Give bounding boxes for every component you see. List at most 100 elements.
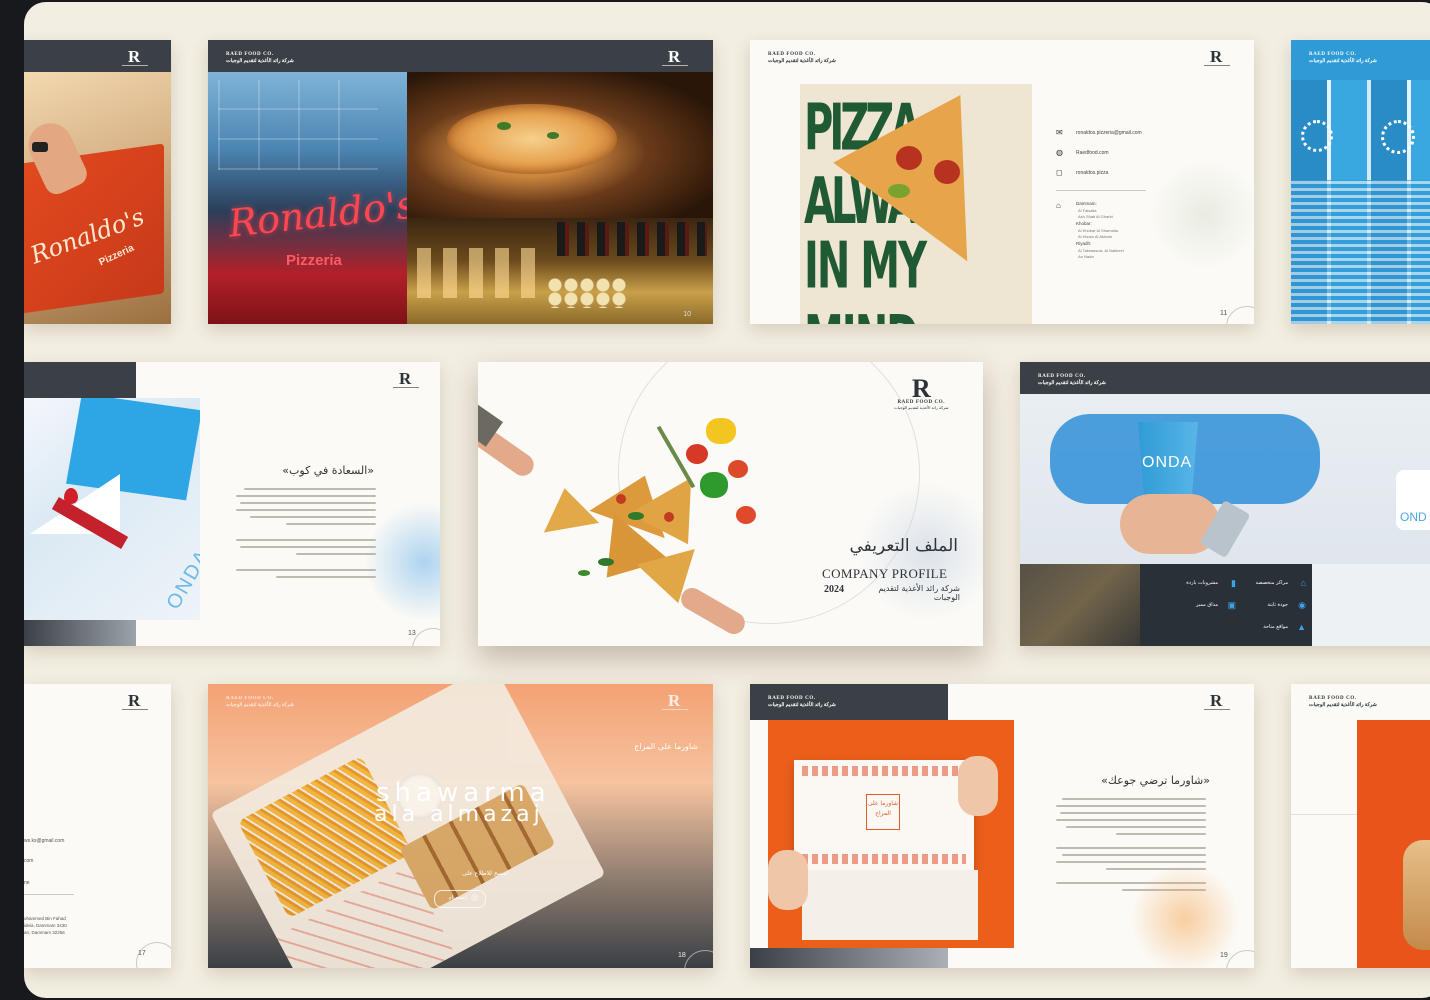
cafe-photo <box>1020 564 1140 646</box>
company-name-en: RAED FOOD CO. <box>768 52 816 57</box>
green-pepper <box>700 472 728 498</box>
pizza-photo <box>407 72 713 218</box>
feature-label: مواقع متاحة <box>1263 624 1288 630</box>
contact-address-1: ohammed Bin Fahad <box>24 916 66 921</box>
instagram-icon: ◎ <box>471 892 479 902</box>
onda-box-photo: ONDA <box>24 398 200 620</box>
company-name-en: RAED FOOD CO. <box>1038 374 1086 379</box>
slide-shawarma-text[interactable]: RAED FOOD CO. شركة رائد الأغذية لتقديم ا… <box>750 684 1254 968</box>
branches-label: Dammam: <box>1076 201 1097 206</box>
shawarma-subtitle-ar: شاورما على المزاج <box>634 742 698 751</box>
location-icon: ▲ <box>1297 622 1306 632</box>
features-panel: مواقع متاحة ▲ جودة ثابتة ◉ مذاق مميز ▣ م… <box>1020 564 1312 646</box>
branch-3: Al Khobar Al Shamalia <box>1078 228 1118 233</box>
company-name-ar: شركة رائد الأغذية لتقديم الوجبات <box>1309 59 1377 64</box>
slide-shawarma[interactable]: RAED FOOD CO. شركة رائد الأغذية لتقديم ا… <box>208 684 713 968</box>
branch-0: Al Faisalia <box>1078 208 1097 213</box>
divider <box>1056 190 1146 191</box>
cover-subline: 2024 شركة رائد الأغذية لتقديم الوجبات <box>824 584 960 602</box>
cups-photo <box>1291 80 1430 324</box>
slide-shawarma-wrap[interactable]: RAED FOOD CO. شركة رائد الأغذية لتقديم ا… <box>1291 684 1430 968</box>
box-2 <box>802 870 978 940</box>
company-name-en: RAED FOOD CO. <box>226 696 274 701</box>
brand-mark: R <box>121 691 149 710</box>
slide-onda-cups[interactable]: RAED FOOD CO. شركة رائد الأغذية لتقديم ا… <box>1291 40 1430 324</box>
shawarma-title-2: ala almazaj <box>374 802 544 827</box>
pepperoni-1 <box>896 146 922 170</box>
basil-3 <box>578 570 590 576</box>
onda-box-text: ONDA <box>162 545 200 614</box>
company-name-ar: شركة رائد الأغذية لتقديم الوجبات <box>1309 703 1377 708</box>
slide-pizzeria[interactable]: RAED FOOD CO. شركة رائد الأغذية لتقديم ا… <box>208 40 713 324</box>
company-name: RAED FOOD CO. شركة رائد الأغذية لتقديم ا… <box>768 51 836 65</box>
company-name-ar: شركة رائد الأغذية لتقديم الوجبات <box>226 59 294 64</box>
yellow-pepper <box>706 418 736 444</box>
instagram-button[interactable]: ◎ إنستغرام <box>434 890 486 908</box>
storefront-sub-text: Pizzeria <box>286 252 342 269</box>
onda-heading: «السعادة في كوب» <box>282 464 374 477</box>
contact-address-3: an, Dammam 32256 <box>24 930 65 935</box>
brand-mark: R <box>661 47 689 66</box>
green-leaf-2 <box>547 132 559 139</box>
branch-5: Riyadh: <box>1076 241 1092 246</box>
box-label-text: شاورما على المزاج <box>867 800 899 817</box>
slide-contact[interactable]: R ws.ks@gmail.com com ne ohammed Bin Fah… <box>24 684 171 968</box>
shelf-photo: 10 <box>407 218 713 324</box>
pepper <box>888 184 910 198</box>
tomato-1 <box>686 444 708 464</box>
contact-text: ronaldos.pizza <box>1076 170 1109 176</box>
cover-title-ar: الملف التعريفي <box>849 536 958 556</box>
wrap <box>1403 840 1430 950</box>
feature-label: جودة ثابتة <box>1267 602 1288 608</box>
bottles <box>557 222 707 256</box>
feature-item-1: جودة ثابتة ◉ <box>1250 600 1310 612</box>
company-name: RAED FOOD CO. شركة رائد الأغذية لتقديم ا… <box>226 695 294 709</box>
shawarma-box-photo: شاورما على المزاج <box>768 720 1014 948</box>
company-name: RAED FOOD CO. شركة رائد الأغذية لتقديم ا… <box>226 51 294 65</box>
storefront-photo: Ronaldo's Pizzeria <box>208 72 407 324</box>
company-name: RAED FOOD CO. شركة رائد الأغذية لتقديم ا… <box>1309 695 1377 709</box>
slide-footer-band <box>750 948 948 968</box>
box-pattern-top <box>802 766 966 776</box>
shawarma-cta-ar: امسح للاطلاع على <box>462 870 508 877</box>
page-number: 17 <box>138 950 146 957</box>
cover-title-en: COMPANY PROFILE <box>822 566 948 581</box>
slide-onda-features[interactable]: RAED FOOD CO. شركة رائد الأغذية لتقديم ا… <box>1020 362 1430 646</box>
box-pattern-bottom <box>802 854 966 864</box>
onda-cup-text: ONDA <box>1142 454 1193 471</box>
company-name-ar: شركة رائد الأغذية لتقديم الوجبات <box>226 703 294 708</box>
company-name-en: RAED FOOD CO. <box>226 52 274 57</box>
page-number: 19 <box>1220 952 1228 959</box>
basil-2 <box>598 558 614 566</box>
onda-cup-2-text: OND <box>1400 510 1427 524</box>
brand-mark: R <box>661 691 689 710</box>
slide-pizza-box[interactable]: R Ronaldo's Pizzeria <box>24 40 171 324</box>
slide-header-band <box>24 362 136 398</box>
contact-social: ne <box>24 880 30 886</box>
cup-logo-2 <box>1381 120 1415 154</box>
portfolio-canvas: R Ronaldo's Pizzeria RAED FOOD CO. شركة … <box>24 2 1430 998</box>
slide-cover[interactable]: R RAED FOOD CO. شركة رائد الأغذية لتقديم… <box>478 362 983 646</box>
company-name-ar: شركة رائد الأغذية لتقديم الوجبات <box>1038 381 1106 386</box>
star-icon: ◉ <box>1298 600 1306 610</box>
blur-accent <box>1150 160 1254 270</box>
company-name-ar: شركة رائد الأغذية لتقديم الوجبات <box>768 59 836 64</box>
divider <box>24 894 74 895</box>
feature-label: مراكز متخصصة <box>1255 580 1288 586</box>
watch <box>32 142 48 152</box>
contact-text: Raedfood.com <box>1076 150 1109 156</box>
box-label: شاورما على المزاج <box>866 794 900 830</box>
brand-mark: R <box>1203 47 1231 66</box>
brand-mark: R <box>392 369 420 388</box>
slide-onda-happiness[interactable]: R ONDA «السعادة في كوب» 13 <box>24 362 440 646</box>
brand-mark: R <box>1203 691 1231 710</box>
page-number: 13 <box>408 630 416 637</box>
cup-logo-1 <box>1301 120 1333 152</box>
cover-logo: R RAED FOOD CO. شركة رائد الأغذية لتقديم… <box>894 376 949 411</box>
store-icon: ⌂ <box>1300 578 1306 588</box>
feature-item-4: مراكز متخصصة ⌂ <box>1250 578 1310 590</box>
feature-label: مشروبات باردة <box>1186 580 1218 586</box>
cover-company-ar-line: شركة رائد الأغذية لتقديم الوجبات <box>878 584 960 602</box>
slide-pizza-always[interactable]: RAED FOOD CO. شركة رائد الأغذية لتقديم ا… <box>750 40 1254 324</box>
storefront-sign-text: Ronaldo's <box>226 182 407 246</box>
